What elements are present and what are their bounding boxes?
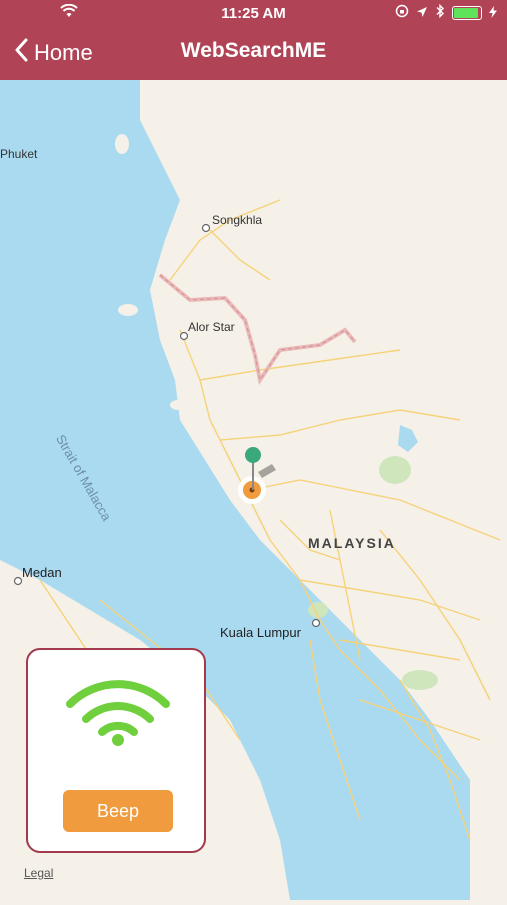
bluetooth-icon bbox=[435, 3, 445, 22]
legal-link[interactable]: Legal bbox=[24, 866, 53, 880]
navigation-bar: Home WebSearchME bbox=[0, 26, 507, 80]
page-title: WebSearchME bbox=[180, 39, 327, 62]
battery-icon bbox=[452, 6, 482, 20]
map-label-phuket: Phuket bbox=[0, 147, 38, 161]
wifi-signal-icon bbox=[66, 678, 170, 751]
map-label-songkhla: Songkhla bbox=[212, 213, 263, 227]
status-bar: 11:25 AM bbox=[0, 0, 507, 26]
beep-button[interactable]: Beep bbox=[63, 790, 173, 832]
orientation-lock-icon bbox=[395, 4, 409, 22]
map-label-medan: Medan bbox=[22, 565, 62, 580]
location-icon bbox=[416, 5, 428, 22]
beep-card: Beep bbox=[26, 648, 206, 853]
map-label-alor-star: Alor Star bbox=[188, 320, 235, 334]
map-label-kuala-lumpur: Kuala Lumpur bbox=[220, 625, 301, 640]
map-label-malaysia: MALAYSIA bbox=[308, 535, 396, 551]
charging-icon bbox=[489, 5, 497, 22]
